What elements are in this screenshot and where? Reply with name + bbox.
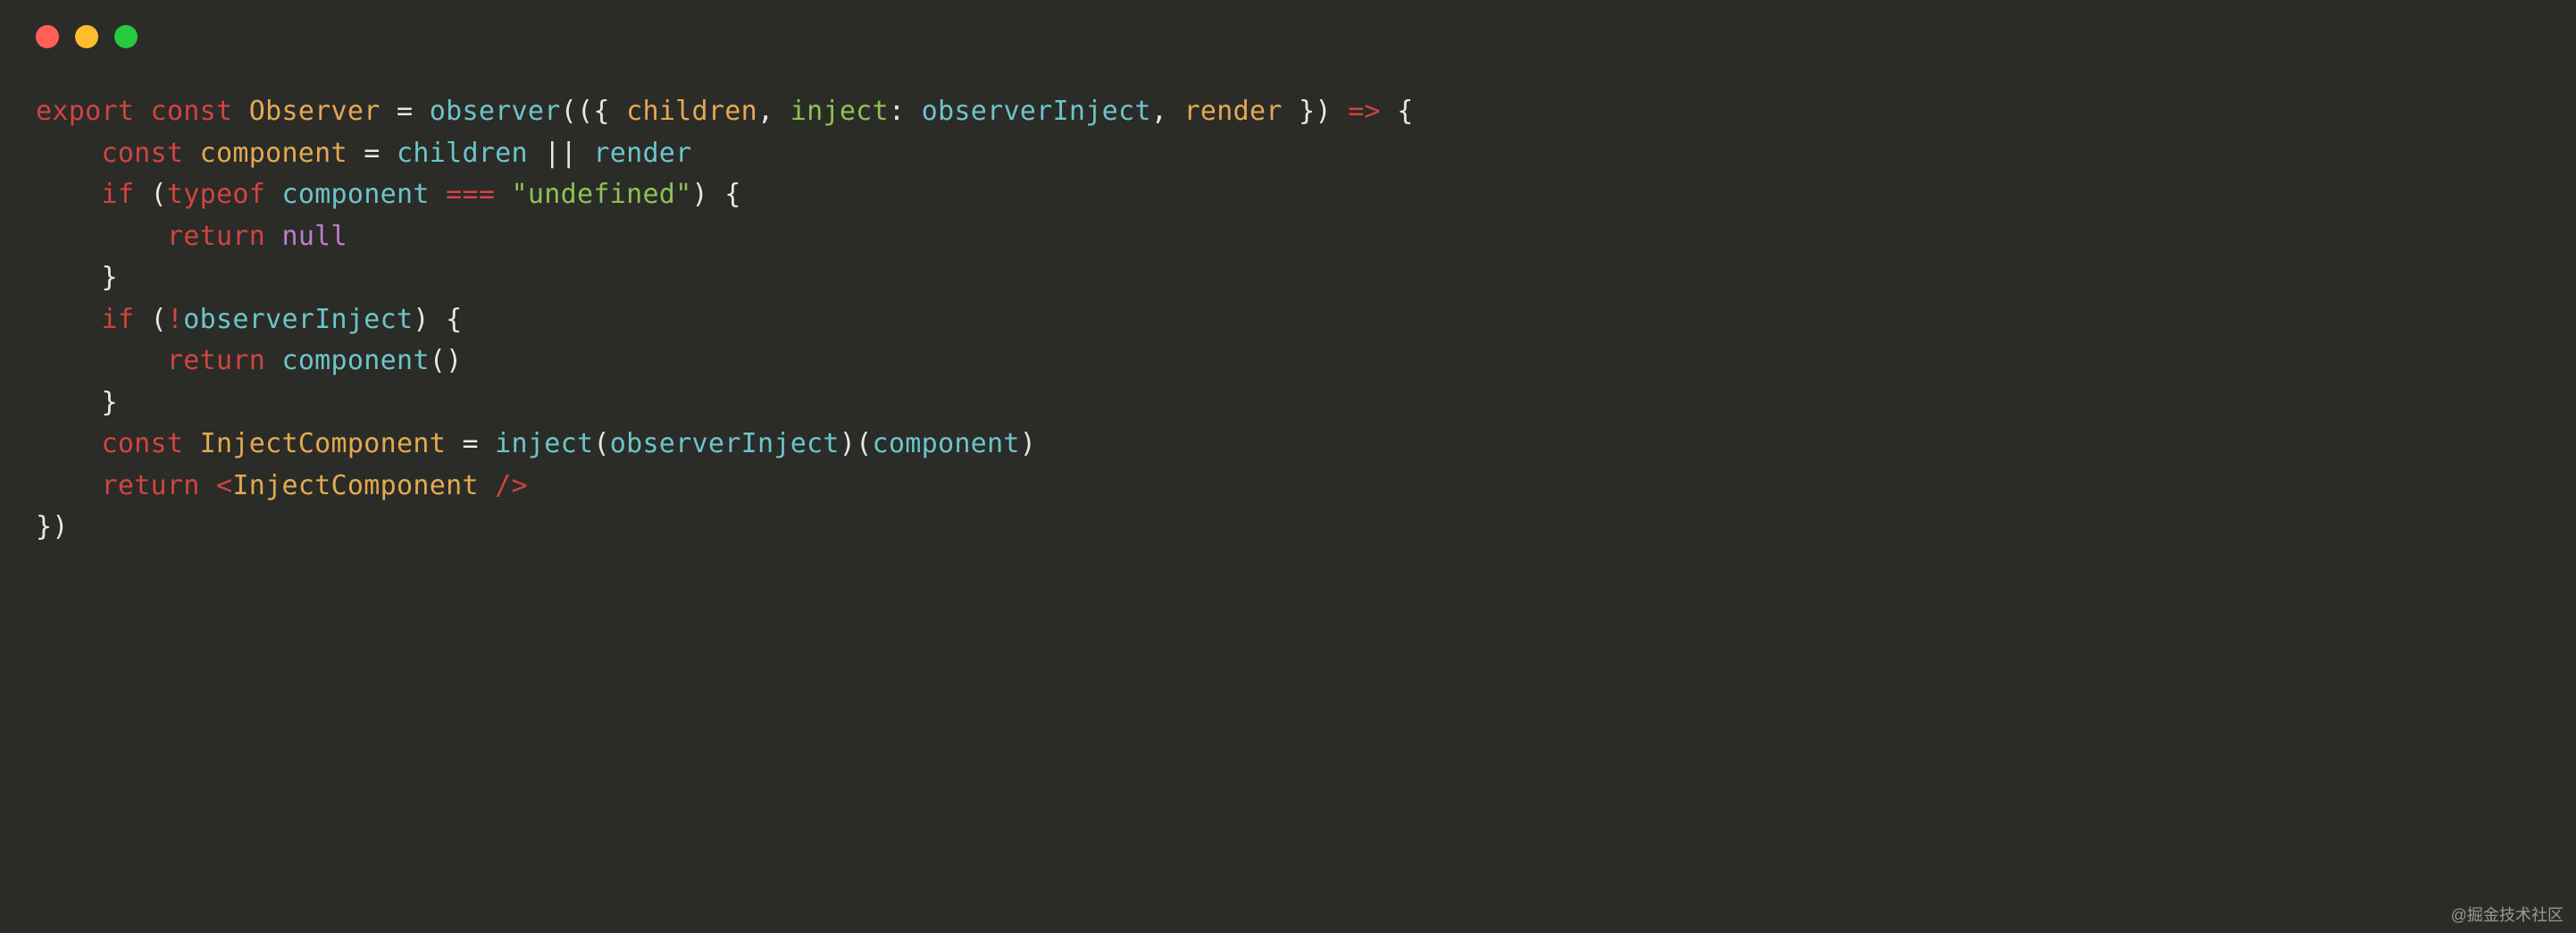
identifier-observer: Observer (249, 96, 381, 127)
code-line: const component = children || render (36, 133, 2540, 175)
keyword-if: if (101, 179, 134, 210)
code-block: export const Observer = observer(({ chil… (0, 48, 2576, 549)
code-line: if (typeof component === "undefined") { (36, 174, 2540, 216)
code-line: return null (36, 216, 2540, 258)
operator-eq3: === (430, 179, 512, 210)
function-observer: observer (430, 96, 561, 127)
fn-inject: inject (495, 428, 593, 459)
keyword-return: return (167, 345, 265, 376)
keyword-const: const (151, 96, 233, 127)
minimize-icon[interactable] (75, 25, 98, 48)
null-literal: null (281, 221, 347, 252)
jsx-tag-open: < (216, 470, 232, 501)
keyword-return: return (101, 470, 199, 501)
string-literal: "undefined" (512, 179, 692, 210)
var-component: component (873, 428, 1020, 459)
prop-children: children (626, 96, 757, 127)
code-line: return component() (36, 340, 2540, 382)
prop-inject: inject (790, 96, 889, 127)
var-component: component (200, 138, 347, 169)
var-render: render (593, 138, 691, 169)
jsx-component-name: InjectComponent (232, 470, 478, 501)
code-line: } (36, 382, 2540, 424)
prop-observer-inject: observerInject (922, 96, 1151, 127)
keyword-export: export (36, 96, 134, 127)
identifier-inject-component: InjectComponent (200, 428, 446, 459)
code-line: if (!observerInject) { (36, 299, 2540, 341)
close-icon[interactable] (36, 25, 59, 48)
var-children: children (397, 138, 528, 169)
code-line: } (36, 257, 2540, 299)
maximize-icon[interactable] (114, 25, 138, 48)
fn-call-component: component (281, 345, 429, 376)
var-observer-inject: observerInject (183, 304, 413, 335)
keyword-typeof: typeof (167, 179, 265, 210)
window-controls (0, 0, 2576, 48)
operator-not: ! (167, 304, 183, 335)
code-line: }) (36, 507, 2540, 549)
keyword-return: return (167, 221, 265, 252)
var-component: component (281, 179, 429, 210)
code-line: return <InjectComponent /> (36, 466, 2540, 508)
code-line: export const Observer = observer(({ chil… (36, 91, 2540, 133)
keyword-const: const (101, 138, 183, 169)
watermark-text: @掘金技术社区 (2451, 903, 2563, 926)
prop-render: render (1183, 96, 1282, 127)
var-observer-inject: observerInject (610, 428, 840, 459)
code-line: const InjectComponent = inject(observerI… (36, 424, 2540, 466)
jsx-tag-close: /> (479, 470, 528, 501)
keyword-if: if (101, 304, 134, 335)
arrow-fn: => (1348, 96, 1381, 127)
keyword-const: const (101, 428, 183, 459)
